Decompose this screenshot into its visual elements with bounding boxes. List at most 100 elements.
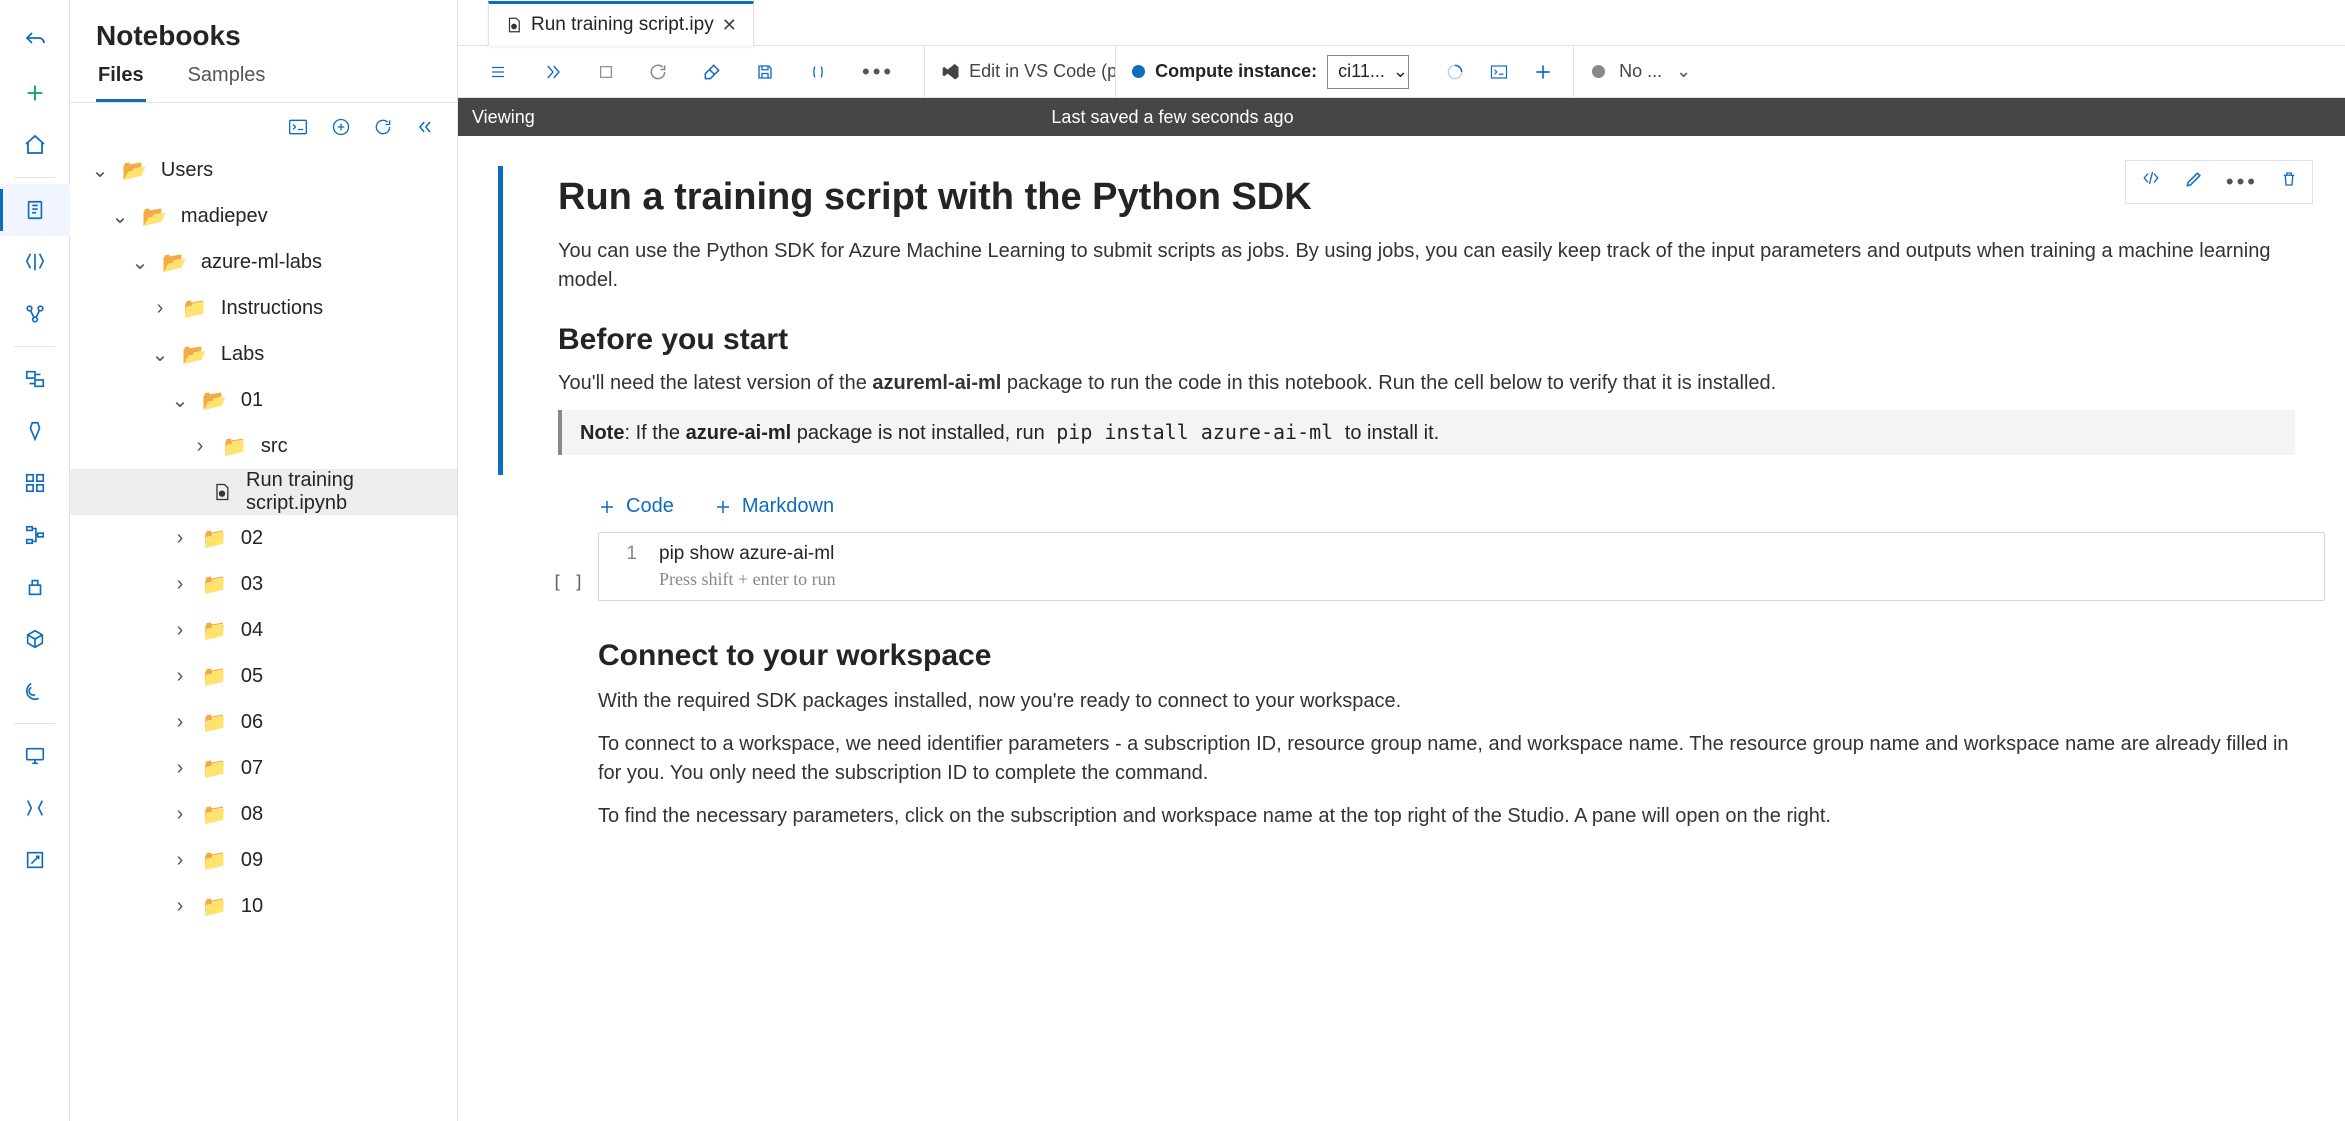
- tree-02[interactable]: ›📁02: [70, 515, 457, 561]
- md-h2: Before you start: [558, 323, 2295, 357]
- folder-icon: 📁: [202, 894, 227, 919]
- chevron-right-icon: ›: [172, 849, 188, 872]
- md-p: You'll need the latest version of the az…: [558, 369, 2295, 398]
- folder-icon: 📁: [202, 710, 227, 735]
- tree-src[interactable]: ›📁src: [70, 423, 457, 469]
- terminal-icon[interactable]: [287, 117, 309, 137]
- document-tabstrip: Run training script.ipy ✕: [458, 0, 2345, 46]
- document-tab[interactable]: Run training script.ipy ✕: [488, 1, 754, 46]
- tree-10[interactable]: ›📁10: [70, 883, 457, 929]
- collapse-icon[interactable]: [415, 117, 435, 137]
- markdown-cell[interactable]: ••• Run a training script with the Pytho…: [498, 166, 2325, 475]
- folder-icon: 📁: [222, 434, 247, 459]
- chevron-right-icon: ›: [172, 665, 188, 688]
- compute-icon[interactable]: [0, 730, 70, 782]
- markdown-cell[interactable]: Connect to your workspace With the requi…: [498, 601, 2325, 855]
- folder-open-icon: 📂: [182, 342, 207, 367]
- save-icon[interactable]: [756, 63, 774, 81]
- tree-07[interactable]: ›📁07: [70, 745, 457, 791]
- notebook-file-icon: [212, 481, 232, 503]
- clear-icon[interactable]: [702, 62, 722, 82]
- chevron-down-icon: ⌄: [132, 250, 148, 275]
- more-icon[interactable]: •••: [862, 59, 894, 85]
- run-all-icon[interactable]: [542, 63, 564, 81]
- delete-icon[interactable]: [2280, 169, 2298, 195]
- tree-users[interactable]: ⌄📂Users: [70, 147, 457, 193]
- chevron-down-icon: ⌄: [172, 388, 188, 413]
- md-p: With the required SDK packages installed…: [598, 687, 2295, 716]
- tree-labs[interactable]: ⌄📂Labs: [70, 331, 457, 377]
- md-h2: Connect to your workspace: [598, 639, 2295, 673]
- tree-user[interactable]: ⌄📂madiepev: [70, 193, 457, 239]
- folder-open-icon: 📂: [142, 204, 167, 229]
- refresh-icon[interactable]: [373, 117, 393, 137]
- add-icon[interactable]: [0, 67, 70, 119]
- compute-select[interactable]: ci11... ⌄: [1327, 55, 1409, 89]
- code-line: pip show azure-ai-ml: [659, 543, 834, 565]
- linked-icon[interactable]: [0, 834, 70, 886]
- endpoints-icon[interactable]: [0, 665, 70, 717]
- restart-icon[interactable]: [648, 62, 668, 82]
- menu-icon[interactable]: [488, 63, 508, 81]
- md-p: To connect to a workspace, we need ident…: [598, 730, 2295, 788]
- folder-icon: 📁: [202, 802, 227, 827]
- close-icon[interactable]: ✕: [722, 15, 737, 36]
- add-markdown-button[interactable]: Markdown: [714, 495, 834, 518]
- automl-icon[interactable]: [0, 236, 70, 288]
- datastores-icon[interactable]: [0, 782, 70, 834]
- designer-icon[interactable]: [0, 288, 70, 340]
- tree-08[interactable]: ›📁08: [70, 791, 457, 837]
- edit-in-vscode[interactable]: Edit in VS Code (pr...: [925, 61, 1115, 82]
- notebooks-icon[interactable]: [0, 184, 70, 236]
- add-file-icon[interactable]: [331, 117, 351, 137]
- folder-icon: 📁: [202, 618, 227, 643]
- code-editor[interactable]: 1pip show azure-ai-ml Press shift + ente…: [598, 532, 2325, 601]
- pipelines-icon[interactable]: [0, 509, 70, 561]
- tree-03[interactable]: ›📁03: [70, 561, 457, 607]
- environments-icon[interactable]: [0, 561, 70, 613]
- models-icon[interactable]: [0, 613, 70, 665]
- chevron-right-icon: ›: [172, 711, 188, 734]
- tree-04[interactable]: ›📁04: [70, 607, 457, 653]
- tree-file-selected[interactable]: Run training script.ipynb: [70, 469, 457, 515]
- tab-samples[interactable]: Samples: [186, 64, 268, 102]
- edit-icon[interactable]: [2184, 169, 2204, 195]
- add-code-button[interactable]: Code: [598, 495, 674, 518]
- compute-label: Compute instance:: [1155, 61, 1317, 82]
- chevron-right-icon: ›: [172, 757, 188, 780]
- tree-label: Users: [161, 159, 213, 182]
- variables-icon[interactable]: [808, 63, 828, 81]
- tree-01[interactable]: ⌄📂01: [70, 377, 457, 423]
- data-icon[interactable]: [0, 353, 70, 405]
- code-cell[interactable]: [ ] 1pip show azure-ai-ml Press shift + …: [538, 532, 2325, 601]
- tree-instructions[interactable]: ›📁Instructions: [70, 285, 457, 331]
- chevron-right-icon: ›: [172, 619, 188, 642]
- toggle-code-icon[interactable]: [2140, 169, 2162, 195]
- tree-label: Run training script.ipynb: [246, 469, 447, 515]
- tree-09[interactable]: ›📁09: [70, 837, 457, 883]
- folder-open-icon: 📂: [202, 388, 227, 413]
- kernel-picker[interactable]: No ... ⌄: [1573, 46, 1709, 97]
- tree-05[interactable]: ›📁05: [70, 653, 457, 699]
- folder-icon: 📁: [202, 664, 227, 689]
- tree-06[interactable]: ›📁06: [70, 699, 457, 745]
- vscode-label: Edit in VS Code (pr...: [969, 61, 1115, 82]
- tab-files[interactable]: Files: [96, 64, 146, 102]
- tree-label: madiepev: [181, 205, 268, 228]
- chevron-down-icon: ⌄: [1676, 61, 1691, 82]
- tree-label: 08: [241, 803, 263, 826]
- stop-icon[interactable]: [598, 64, 614, 80]
- home-icon[interactable]: [0, 119, 70, 171]
- spinner-icon[interactable]: [1445, 62, 1465, 82]
- tree-label: Labs: [221, 343, 264, 366]
- cell-exec-count: [ ]: [538, 532, 598, 601]
- components-icon[interactable]: [0, 457, 70, 509]
- file-tree: ⌄📂Users ⌄📂madiepev ⌄📂azure-ml-labs ›📁Ins…: [70, 147, 457, 1121]
- back-icon[interactable]: [0, 15, 70, 67]
- jobs-icon[interactable]: [0, 405, 70, 457]
- cell-more-icon[interactable]: •••: [2226, 169, 2258, 195]
- add-compute-icon[interactable]: [1533, 62, 1553, 82]
- tree-label: 10: [241, 895, 263, 918]
- tree-repo[interactable]: ⌄📂azure-ml-labs: [70, 239, 457, 285]
- terminal2-icon[interactable]: [1489, 63, 1509, 81]
